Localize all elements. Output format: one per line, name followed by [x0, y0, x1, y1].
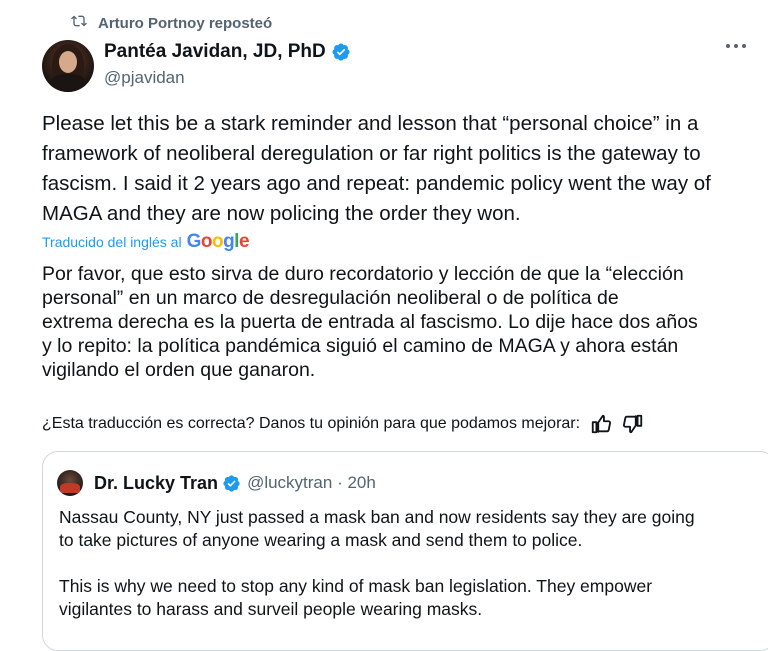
quoted-tweet[interactable]: Dr. Lucky Tran @luckytran · 20h Nassau C…	[42, 451, 768, 651]
translation-attribution[interactable]: Traducido del inglés al Google	[42, 231, 250, 253]
google-logo: Google	[186, 231, 250, 252]
repost-header[interactable]: Arturo Portnoy reposteó	[70, 12, 272, 34]
author-avatar[interactable]	[42, 40, 94, 92]
quoted-tweet-header: Dr. Lucky Tran @luckytran · 20h	[57, 470, 376, 496]
repost-icon	[70, 13, 98, 33]
author-name[interactable]: Pantéa Javidan, JD, PhD	[104, 40, 326, 64]
repost-label: Arturo Portnoy reposteó	[98, 14, 273, 32]
quoted-tweet-text: Nassau County, NY just passed a mask ban…	[59, 507, 695, 619]
translation-label: Traducido del inglés al	[42, 234, 182, 250]
author-info[interactable]: Pantéa Javidan, JD, PhD @pjavidan	[104, 40, 351, 90]
verified-badge-icon	[222, 474, 241, 493]
thumbs-down-icon[interactable]	[622, 413, 644, 435]
quoted-author-avatar	[57, 470, 83, 496]
more-options-icon[interactable]	[726, 44, 746, 48]
quoted-author-name: Dr. Lucky Tran	[94, 472, 219, 493]
author-handle[interactable]: @pjavidan	[104, 66, 351, 90]
feedback-prompt: ¿Esta traducción es correcta? Danos tu o…	[42, 415, 581, 432]
verified-badge-icon	[331, 42, 351, 62]
translation-feedback: ¿Esta traducción es correcta? Danos tu o…	[42, 411, 644, 437]
thumbs-up-icon[interactable]	[590, 413, 612, 435]
translated-text: Por favor, que esto sirva de duro record…	[42, 263, 698, 381]
tweet-text: Please let this be a stark reminder and …	[42, 112, 711, 225]
quoted-handle-time: @luckytran · 20h	[247, 473, 376, 492]
